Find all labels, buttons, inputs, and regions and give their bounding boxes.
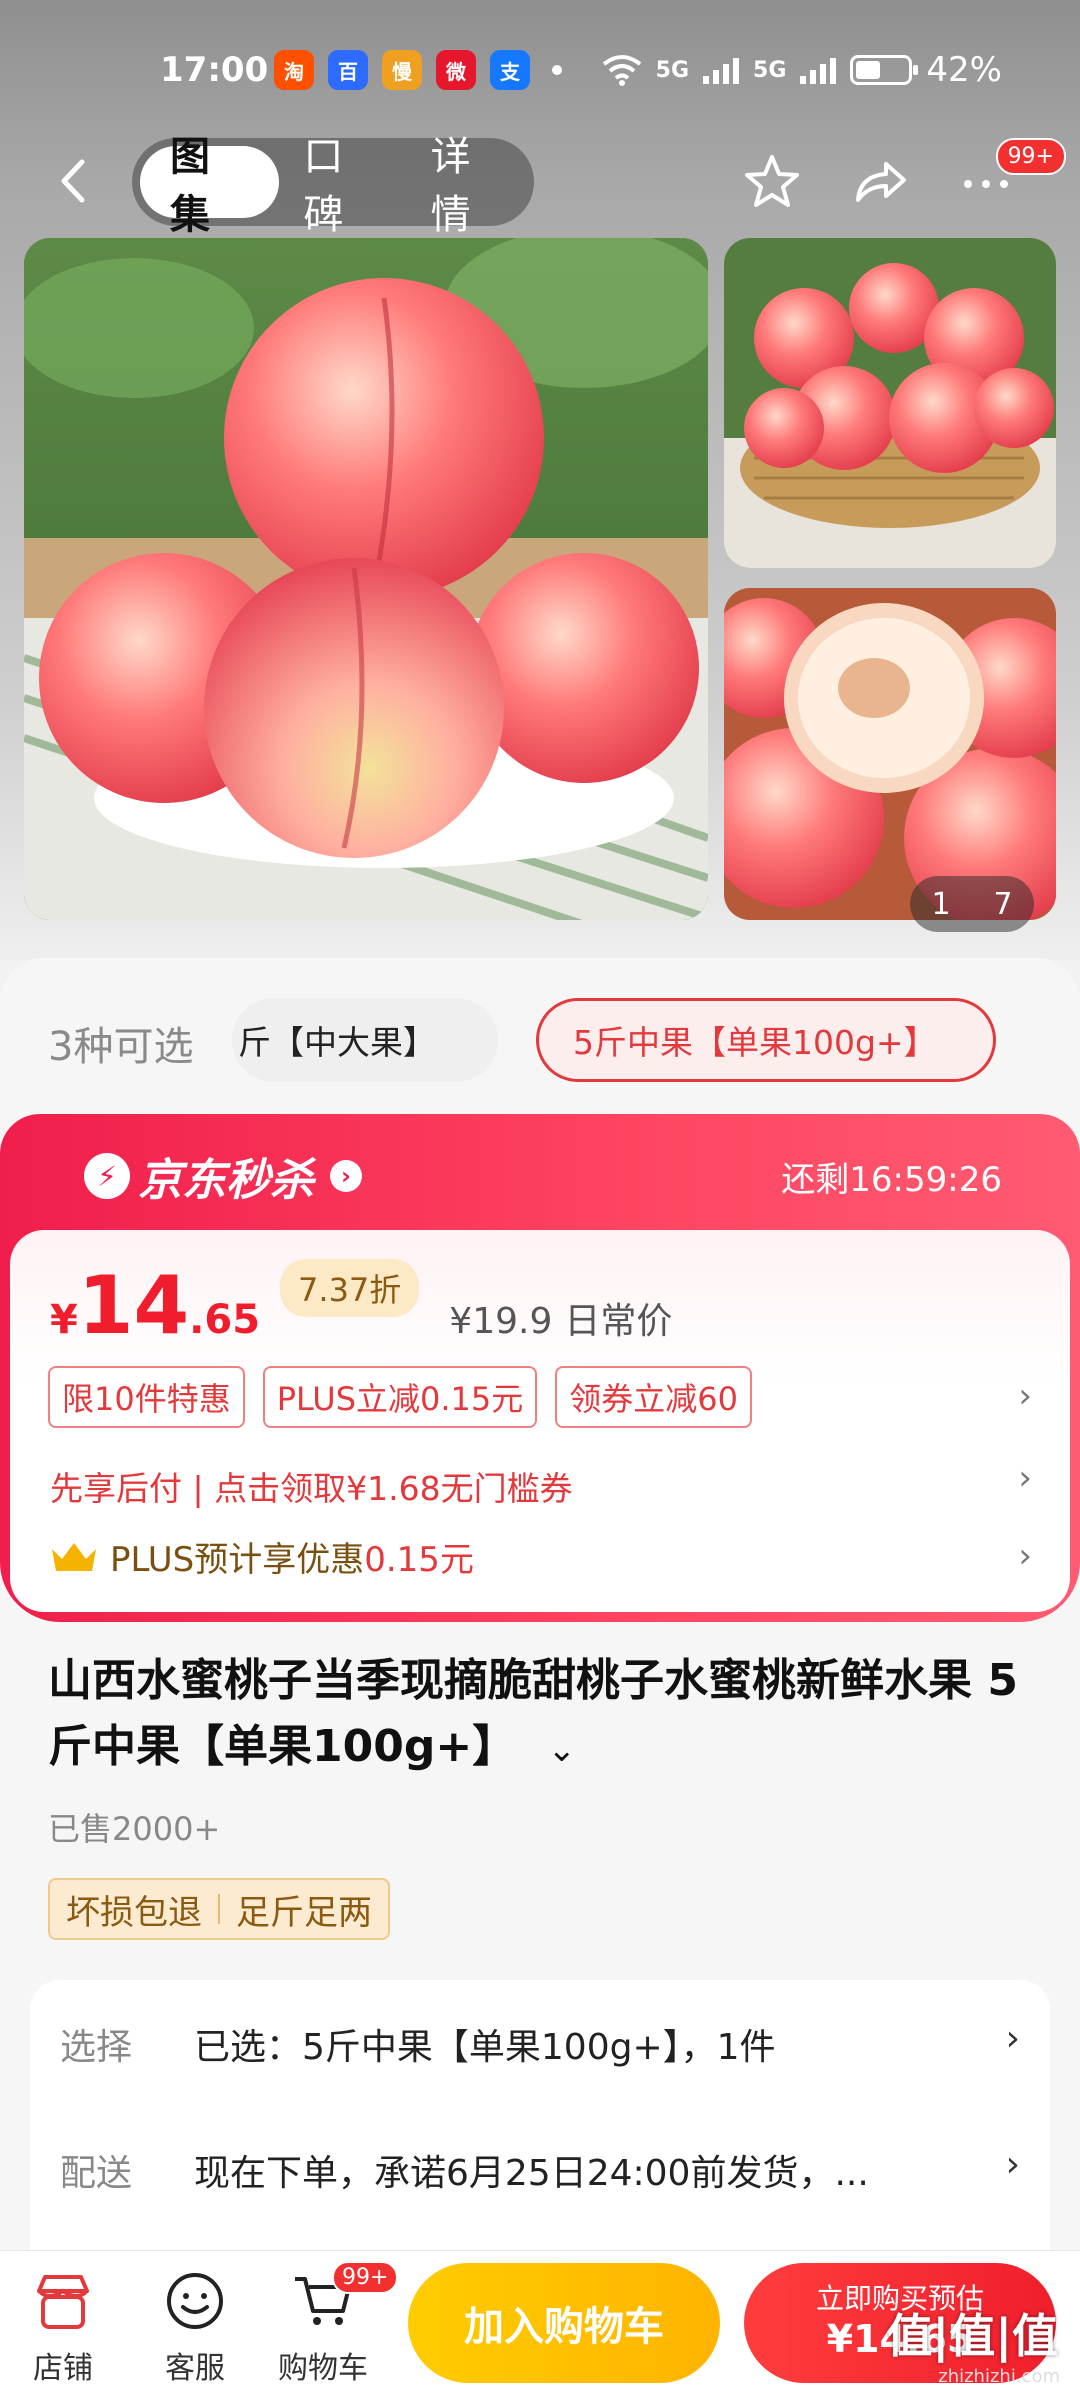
back-arrow-icon[interactable] xyxy=(50,156,100,206)
chevron-right-icon[interactable]: › xyxy=(1018,1458,1032,1498)
status-bar: 17:00 淘百慢微支 5G 5G 42% xyxy=(0,40,1080,104)
smile-chat-icon xyxy=(167,2273,223,2329)
promo-tags[interactable]: 限10件特惠 PLUS立减0.15元 领券立减60 xyxy=(48,1366,752,1428)
service-badges: 坏损包退 足斤足两 xyxy=(48,1878,390,1940)
product-thumb-basket[interactable] xyxy=(724,238,1056,568)
variant-count-label: 3种可选 xyxy=(48,1024,194,1070)
flash-sale-panel: ⚡ 京东秒杀 › 还剩16:59:26 ¥ 14 .65 7.37折 ¥19.9… xyxy=(0,1114,1080,1622)
flash-sale-title[interactable]: ⚡ 京东秒杀 › xyxy=(84,1144,362,1208)
status-time: 17:00 xyxy=(160,50,269,90)
price-integer: 14 xyxy=(77,1259,190,1352)
status-app-icons: 淘百慢微支 xyxy=(274,50,562,90)
view-tabs: 图集 口碑 详情 xyxy=(132,134,534,238)
customer-service-label: 客服 xyxy=(165,2351,225,2386)
pay-later-coupon[interactable]: 先享后付 | 点击领取¥1.68无门槛券 xyxy=(50,1462,573,1510)
tab-gallery[interactable]: 图集 xyxy=(140,134,280,238)
jd-lightning-icon: ⚡ xyxy=(84,1153,130,1199)
flash-sale-label: 京东秒杀 xyxy=(138,1155,314,1206)
service-badge: 坏损包退 xyxy=(66,1892,202,1933)
plus-discount-amount: 0.15元 xyxy=(364,1540,474,1580)
promo-tag: 领券立减60 xyxy=(555,1366,752,1428)
store-label: 店铺 xyxy=(33,2351,93,2386)
taobao-icon: 淘 xyxy=(274,50,314,90)
delivery-row[interactable]: 配送 现在下单，承诺6月25日24:00前发货，... › xyxy=(60,2144,1020,2204)
currency-symbol: ¥ xyxy=(50,1297,78,1343)
tab-reviews[interactable]: 口碑 xyxy=(279,134,406,238)
original-price: ¥19.9 xyxy=(449,1301,553,1342)
chevron-down-icon[interactable]: ⌄ xyxy=(548,1730,577,1770)
tab-details[interactable]: 详情 xyxy=(407,134,534,238)
battery-icon xyxy=(850,55,919,85)
product-thumb-cut[interactable] xyxy=(724,588,1056,920)
share-icon[interactable] xyxy=(850,152,910,212)
signal-icon xyxy=(703,56,740,84)
add-to-cart-button[interactable]: 加入购物车 xyxy=(408,2263,720,2383)
cart-button[interactable]: 99+ 购物车 xyxy=(268,2261,399,2387)
cart-count-badge: 99+ xyxy=(332,2261,399,2294)
plus-discount[interactable]: PLUS预计享优惠 0.15元 xyxy=(50,1532,474,1581)
original-price-label: 日常价 xyxy=(564,1301,673,1342)
price-row: ¥ 14 .65 7.37折 ¥19.9 日常价 xyxy=(50,1259,673,1352)
service-badge: 足斤足两 xyxy=(236,1892,372,1933)
gallery-header: 17:00 淘百慢微支 5G 5G 42% 图集 口碑 详情 99+ 1 7 xyxy=(0,0,1080,960)
gallery-counter: 1 7 xyxy=(910,876,1034,932)
crown-icon xyxy=(52,1542,96,1571)
purchase-info-card: 选择 已选：5斤中果【单果100g+】，1件 › 配送 现在下单，承诺6月25日… xyxy=(30,1980,1050,2280)
sold-count: 已售2000+ xyxy=(48,1810,221,1848)
discount-badge: 7.37折 xyxy=(280,1259,420,1317)
gallery-total: 7 xyxy=(993,886,1013,922)
variant-option-2-selected[interactable]: 5斤中果【单果100g+】 xyxy=(536,998,996,1082)
customer-service-button[interactable]: 客服 xyxy=(140,2269,250,2387)
star-favorite-icon[interactable] xyxy=(742,152,802,212)
chevron-right-icon[interactable]: › xyxy=(1018,1536,1032,1576)
baidu-icon: 百 xyxy=(328,50,368,90)
price-decimal: .65 xyxy=(189,1297,261,1343)
store-icon xyxy=(37,2275,89,2329)
chevron-right-icon: › xyxy=(330,1160,362,1192)
alipay-icon: 支 xyxy=(490,50,530,90)
product-content: 3种可选 斤【中大果】 5斤中果【单果100g+】 ⚡ 京东秒杀 › 还剩16:… xyxy=(0,958,1080,2280)
notification-dot-icon xyxy=(552,65,562,75)
product-main-image[interactable] xyxy=(24,238,708,920)
network-type-1: 5G xyxy=(655,57,690,83)
selection-value: 已选：5斤中果【单果100g+】，1件 xyxy=(194,2027,776,2068)
promo-tag: PLUS立减0.15元 xyxy=(262,1366,538,1428)
signal-icon xyxy=(800,56,837,84)
chevron-right-icon: › xyxy=(1005,2018,1020,2059)
status-indicators: 5G 5G 42% xyxy=(602,50,1002,90)
delivery-value: 现在下单，承诺6月25日24:00前发货，... xyxy=(194,2153,869,2194)
selection-row[interactable]: 选择 已选：5斤中果【单果100g+】，1件 › xyxy=(60,2018,1020,2078)
plus-discount-text: PLUS预计享优惠 xyxy=(110,1540,365,1580)
manman-icon: 慢 xyxy=(382,50,422,90)
top-navigation: 图集 口碑 详情 99+ xyxy=(0,134,1080,238)
message-count-badge: 99+ xyxy=(995,138,1066,175)
store-button[interactable]: 店铺 xyxy=(8,2269,118,2387)
delivery-key: 配送 xyxy=(60,2153,133,2194)
countdown-timer: 还剩16:59:26 xyxy=(781,1160,1002,1200)
battery-level: 42% xyxy=(926,50,1002,90)
variant-selector: 3种可选 斤【中大果】 5斤中果【单果100g+】 xyxy=(0,992,1080,1082)
site-watermark-url: zhizhizhi.com xyxy=(938,2366,1060,2387)
variant-option-1[interactable]: 斤【中大果】 xyxy=(232,998,498,1082)
product-title-text: 山西水蜜桃子当季现摘脆甜桃子水蜜桃新鲜水果 5斤中果【单果100g+】 xyxy=(48,1655,1018,1772)
product-title: 山西水蜜桃子当季现摘脆甜桃子水蜜桃新鲜水果 5斤中果【单果100g+】 ⌄ xyxy=(48,1648,1028,1783)
chevron-right-icon[interactable]: › xyxy=(1018,1376,1032,1416)
add-to-cart-label: 加入购物车 xyxy=(464,2304,664,2350)
weibo-icon: 微 xyxy=(436,50,476,90)
site-watermark: 值|值|值 xyxy=(886,2309,1058,2363)
gallery-index: 1 xyxy=(931,886,951,922)
wifi-icon xyxy=(602,55,641,86)
cart-label: 购物车 xyxy=(278,2351,368,2386)
chevron-right-icon: › xyxy=(1005,2144,1020,2185)
selection-key: 选择 xyxy=(60,2027,133,2068)
promo-tag: 限10件特惠 xyxy=(48,1366,245,1428)
network-type-2: 5G xyxy=(753,57,787,83)
price-panel: ¥ 14 .65 7.37折 ¥19.9 日常价 限10件特惠 PLUS立减0.… xyxy=(10,1230,1070,1612)
